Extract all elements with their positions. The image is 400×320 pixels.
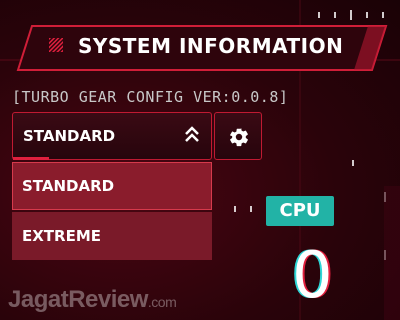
title-bar: SYSTEM INFORMATION [16, 24, 388, 72]
mode-dropdown-value: STANDARD [23, 127, 116, 145]
watermark-brand: JagatReview [8, 286, 148, 313]
cpu-label-badge: CPU [266, 196, 334, 226]
watermark-suffix: .com [147, 294, 177, 310]
gear-icon [230, 128, 248, 147]
config-version-label: [TURBO GEAR CONFIG VER:0.0.8] [12, 88, 289, 106]
stripes-icon [49, 38, 63, 52]
page-title: SYSTEM INFORMATION [78, 34, 344, 58]
menu-item-standard[interactable]: STANDARD [12, 162, 212, 210]
dropdown-accent-bar [13, 157, 49, 160]
double-chevron-up-icon [183, 125, 201, 145]
settings-button[interactable] [214, 112, 262, 160]
mode-dropdown-menu: STANDARD EXTREME [12, 162, 212, 260]
mode-dropdown[interactable]: STANDARD [12, 112, 212, 160]
menu-item-extreme[interactable]: EXTREME [12, 212, 212, 260]
watermark: JagatReview.com [8, 286, 177, 314]
cpu-value: 0 [292, 239, 333, 313]
